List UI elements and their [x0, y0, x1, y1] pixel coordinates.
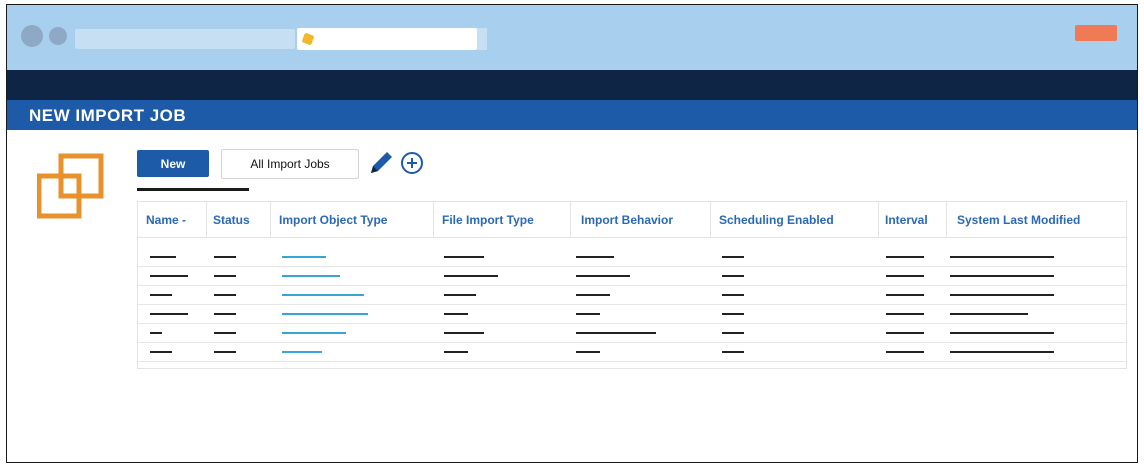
- cell-placeholder: [444, 313, 468, 315]
- cell-placeholder: [576, 351, 600, 353]
- cell-placeholder: [722, 256, 744, 258]
- table-row[interactable]: [138, 248, 1126, 267]
- cell-placeholder: [722, 313, 744, 315]
- address-bar-end: [477, 28, 487, 50]
- cell-placeholder: [886, 294, 924, 296]
- cell-placeholder: [722, 351, 744, 353]
- cell-link-placeholder[interactable]: [282, 351, 322, 353]
- table-row[interactable]: [138, 343, 1126, 362]
- active-tab-indicator: [137, 188, 249, 191]
- cell-placeholder: [886, 313, 924, 315]
- cell-placeholder: [886, 275, 924, 277]
- cell-placeholder: [214, 275, 236, 277]
- cell-placeholder: [444, 351, 468, 353]
- browser-tab[interactable]: [75, 29, 295, 49]
- cell-link-placeholder[interactable]: [282, 275, 340, 277]
- page-header: NEW IMPORT JOB: [7, 100, 1137, 130]
- cell-placeholder: [150, 351, 172, 353]
- column-header-status[interactable]: Status: [206, 202, 250, 238]
- column-header-file-import-type[interactable]: File Import Type: [433, 202, 534, 238]
- cell-link-placeholder[interactable]: [282, 313, 368, 315]
- window-control-dot[interactable]: [49, 27, 67, 45]
- new-button[interactable]: New: [137, 150, 209, 177]
- close-button[interactable]: [1075, 25, 1117, 41]
- cell-placeholder: [576, 275, 630, 277]
- cell-placeholder: [722, 332, 744, 334]
- cell-placeholder: [576, 313, 600, 315]
- table-row[interactable]: [138, 267, 1126, 286]
- cell-placeholder: [150, 294, 172, 296]
- table-row[interactable]: [138, 305, 1126, 324]
- import-logo-icon: [37, 153, 104, 219]
- browser-chrome: [7, 5, 1137, 70]
- cell-placeholder: [444, 275, 498, 277]
- column-header-system-last-modified[interactable]: System Last Modified: [946, 202, 1080, 238]
- column-header-import-object-type[interactable]: Import Object Type: [270, 202, 387, 238]
- cell-link-placeholder[interactable]: [282, 332, 346, 334]
- address-bar[interactable]: [297, 28, 477, 50]
- cell-placeholder: [444, 294, 476, 296]
- table-row[interactable]: [138, 286, 1126, 305]
- cell-placeholder: [150, 275, 188, 277]
- table-header: Name - Status Import Object Type File Im…: [138, 202, 1126, 238]
- lock-icon: [301, 32, 315, 46]
- column-header-import-behavior[interactable]: Import Behavior: [570, 202, 673, 238]
- cell-placeholder: [576, 294, 610, 296]
- all-import-jobs-button[interactable]: All Import Jobs: [221, 149, 359, 179]
- cell-placeholder: [886, 256, 924, 258]
- cell-placeholder: [214, 256, 236, 258]
- cell-placeholder: [444, 332, 484, 334]
- table-row[interactable]: [138, 324, 1126, 343]
- cell-placeholder: [150, 313, 188, 315]
- cell-placeholder: [950, 332, 1054, 334]
- pencil-icon[interactable]: [367, 147, 395, 177]
- cell-link-placeholder[interactable]: [282, 256, 326, 258]
- cell-placeholder: [150, 332, 162, 334]
- cell-link-placeholder[interactable]: [282, 294, 364, 296]
- cell-placeholder: [886, 332, 924, 334]
- cell-placeholder: [214, 332, 236, 334]
- cell-placeholder: [886, 351, 924, 353]
- cell-placeholder: [214, 313, 236, 315]
- cell-placeholder: [950, 313, 1028, 315]
- cell-placeholder: [950, 256, 1054, 258]
- window-control-dot[interactable]: [21, 25, 43, 47]
- column-header-scheduling-enabled[interactable]: Scheduling Enabled: [710, 202, 834, 238]
- cell-placeholder: [722, 294, 744, 296]
- import-jobs-table: Name - Status Import Object Type File Im…: [137, 201, 1127, 369]
- cell-placeholder: [950, 351, 1054, 353]
- cell-placeholder: [214, 351, 236, 353]
- cell-placeholder: [950, 294, 1054, 296]
- plus-circle-icon[interactable]: [400, 151, 424, 175]
- cell-placeholder: [576, 256, 614, 258]
- cell-placeholder: [214, 294, 236, 296]
- top-nav-bar: [7, 70, 1137, 100]
- column-header-interval[interactable]: Interval: [878, 202, 928, 238]
- cell-placeholder: [722, 275, 744, 277]
- cell-placeholder: [576, 332, 656, 334]
- cell-placeholder: [950, 275, 1054, 277]
- cell-placeholder: [444, 256, 484, 258]
- cell-placeholder: [150, 256, 176, 258]
- page-title: NEW IMPORT JOB: [29, 106, 187, 125]
- column-header-name[interactable]: Name -: [146, 202, 186, 238]
- app-window: NEW IMPORT JOB New All Import Jobs Name …: [6, 4, 1138, 463]
